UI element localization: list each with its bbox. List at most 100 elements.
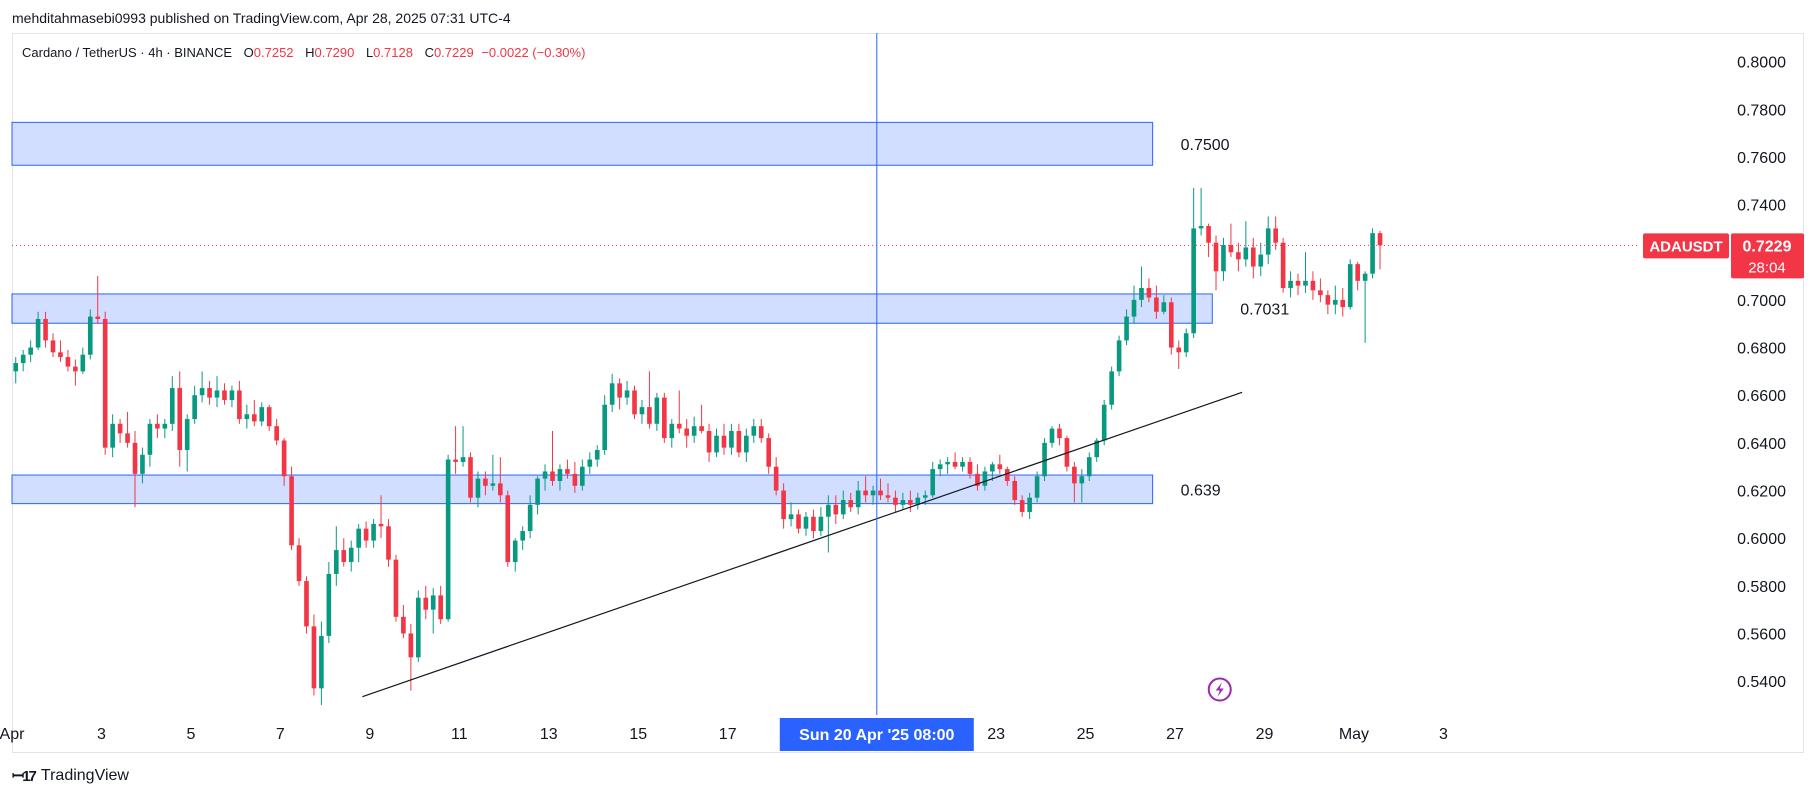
candle-body [475,478,481,498]
candle-body [639,407,645,415]
time-tick-label: 3 [97,726,106,743]
candle-body [415,597,421,658]
ohlc-legend: Cardano / TetherUS · 4h · BINANCE O0.725… [22,45,585,60]
candle-body [527,504,533,532]
candle-body [102,318,108,448]
candle-body [147,423,153,455]
price-tick-label: 0.7600 [1737,150,1786,167]
candle-body [1004,469,1010,481]
candle-body [453,459,458,462]
candle-body [95,316,101,319]
price-tick-label: 0.6600 [1737,388,1786,405]
tradingview-brand[interactable]: ꟷ17 TradingView [12,766,129,786]
legend-close-label: C [424,45,434,60]
legend-open-label: O [243,45,254,60]
candle-body [550,471,555,481]
candle-body [222,390,227,400]
candle-body [1124,316,1129,341]
candle-body [818,516,824,532]
candle-body [766,438,772,467]
price-tick-label: 0.5400 [1737,674,1786,691]
candle-body [490,483,496,486]
candle-body [952,461,958,467]
candle-body [1027,497,1032,512]
candle-body [125,433,130,443]
time-tick-label: 3 [1439,726,1448,743]
time-tick-label: 7 [276,726,285,743]
time-tick-label: 27 [1166,726,1184,743]
candle-body [565,469,570,474]
candle-body [356,528,361,548]
candle-body [43,318,48,341]
candle-body [192,395,197,420]
candle-body [1057,428,1062,439]
candle-body [289,476,294,546]
candle-body [1049,428,1055,443]
candle-body [826,504,831,517]
candle-body [1176,347,1182,353]
candle-body [371,523,376,541]
zone-label: 0.639 [1181,482,1221,499]
candle-body [1183,333,1189,353]
price-tick-label: 0.5800 [1737,579,1786,596]
candle-body [184,419,190,451]
candle-body [1034,476,1040,498]
candle-body [58,352,63,358]
candle-body [833,504,839,515]
time-tick-label: 23 [987,726,1005,743]
time-tick-label: 15 [629,726,647,743]
price-tick-label: 0.6400 [1737,436,1786,453]
candle-body [594,450,600,460]
legend-change: −0.0022 (−0.30%) [481,45,586,60]
time-tick-label: 9 [365,726,374,743]
candle-body [1258,254,1264,267]
chart[interactable]: 0.7500 0.7031 0.639 0.8000 0.7800 0.7600 0.74… [0,0,1814,798]
candle-body [1318,290,1323,296]
time-tick-label: 17 [719,726,737,743]
candle-body [244,414,250,420]
candle-body [401,616,406,634]
candle-body [1139,287,1144,300]
candle-body [1355,264,1360,281]
candle-body [773,466,779,491]
candle-body [647,407,652,424]
candle-body [729,430,734,448]
candle-body [893,497,898,505]
candle-body [967,461,973,474]
candle-body [110,423,115,448]
candle-body [1086,457,1092,477]
candle-body [1370,233,1375,274]
candle-body [117,423,123,434]
price-tag-countdown: 28:04 [1748,259,1786,276]
time-tick-label: 13 [540,726,558,743]
candle-body [1295,280,1301,286]
legend-open: 0.7252 [253,45,294,60]
candle-body [990,464,995,472]
candle-body [1168,302,1174,348]
candle-body [348,547,354,563]
candle-body [1191,228,1196,334]
candle-body [1250,247,1256,267]
candle-body [304,581,309,627]
candle-body [781,490,786,520]
candle-body [1131,299,1137,317]
candle-body [1303,280,1308,286]
candle-body [878,490,883,496]
candle-body [811,516,816,532]
candle-body [386,526,391,560]
candle-body [676,423,682,429]
candle-body [207,388,212,398]
candle-body [445,459,451,620]
candle-body [281,440,287,477]
candle-body [65,357,71,367]
candle-body [1310,280,1316,291]
candle-body [691,426,697,436]
candle-body [1146,287,1152,298]
candle-body [237,390,242,420]
candle-body [1347,264,1353,308]
candle-body [736,430,742,453]
tradingview-logo-icon: ꟷ17 [12,768,37,785]
candle-body [505,495,511,563]
candle-body [930,469,936,496]
zone-rect [11,293,1213,324]
